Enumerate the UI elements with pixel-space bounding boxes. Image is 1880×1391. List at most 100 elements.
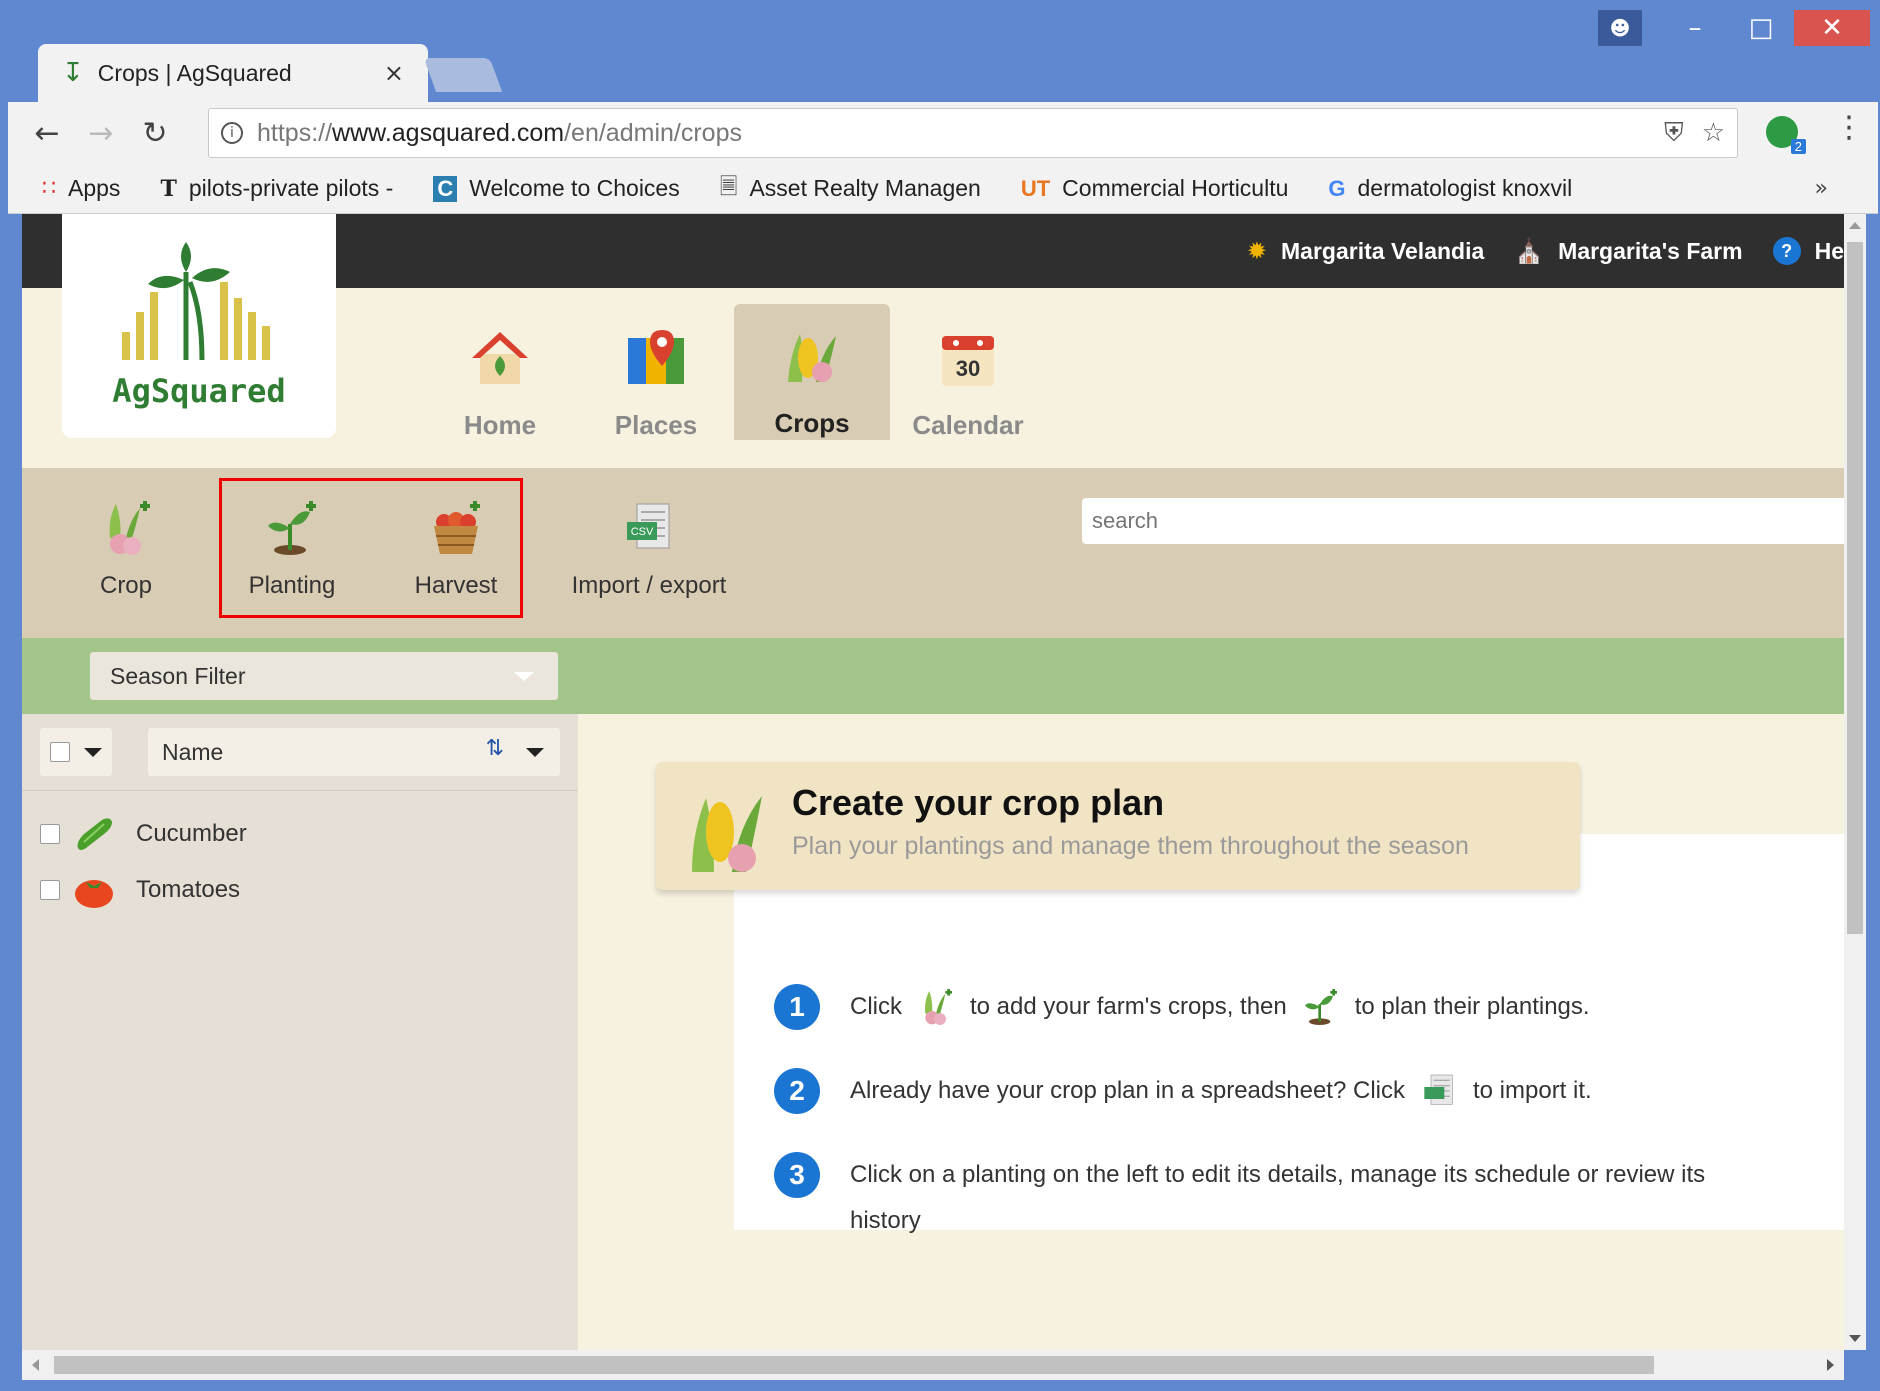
gear-icon: ✹ (1246, 237, 1268, 265)
cucumber-icon (77, 818, 112, 850)
instructions-card: 1 Click to add your farm's crops, then t… (734, 834, 1844, 1234)
bookmark-star-icon[interactable]: ☆ (1702, 118, 1725, 148)
list-header: Name ⇅ (40, 728, 560, 776)
crop-plan-banner: Create your crop plan Plan your planting… (656, 762, 1580, 890)
shield-blocked-icon[interactable]: ⛨ (1664, 118, 1684, 149)
season-filter-dropdown[interactable]: Season Filter (90, 652, 558, 700)
nyt-icon: T (160, 175, 177, 202)
nav-places[interactable]: Places (578, 306, 734, 440)
scroll-left-icon[interactable] (32, 1359, 39, 1371)
home-icon (472, 332, 528, 384)
nav-calendar-label: Calendar (912, 410, 1024, 440)
list-item[interactable]: Tomatoes (40, 868, 240, 912)
add-crop-button[interactable]: Crop (56, 488, 196, 618)
item-checkbox[interactable] (40, 824, 60, 844)
tab-title: Crops | AgSquared (97, 59, 292, 86)
scroll-up-icon[interactable] (1849, 222, 1861, 229)
import-export-button[interactable]: CSV Import / export (554, 488, 744, 618)
chevron-down-icon (84, 748, 102, 757)
calendar-day-number: 30 (956, 356, 980, 381)
banner-subtitle: Plan your plantings and manage them thro… (792, 832, 1469, 860)
select-all-dropdown[interactable] (40, 728, 112, 776)
extension-icon[interactable]: 2 (1766, 116, 1806, 154)
bookmark-dermatologist[interactable]: Gdermatologist knoxvil (1328, 175, 1572, 202)
step-number: 2 (774, 1068, 820, 1114)
forward-arrow-icon[interactable]: → (74, 116, 128, 151)
scrollbar-thumb[interactable] (54, 1356, 1654, 1374)
bookmark-horticulture[interactable]: UT Commercial Horticultu (1021, 175, 1289, 202)
minimize-button[interactable]: – (1662, 10, 1728, 46)
import-export-label: Import / export (571, 572, 727, 599)
new-tab-button[interactable] (423, 58, 503, 92)
profile-icon[interactable]: ☻ (1598, 10, 1642, 46)
select-all-checkbox[interactable] (50, 742, 70, 762)
vertical-scrollbar[interactable] (1844, 214, 1866, 1350)
add-crop-icon (109, 501, 150, 555)
crop-list-panel: Name ⇅ Cucumber Tomatoes (22, 714, 578, 1350)
step-2: 2 Already have your crop plan in a sprea… (774, 1068, 1740, 1114)
add-crop-icon[interactable] (916, 987, 956, 1027)
extension-badge: 2 (1790, 139, 1806, 154)
bookmarks-overflow-icon[interactable]: » (1815, 176, 1828, 201)
page-icon: 🗏 (719, 174, 738, 200)
filter-bar: Season Filter (22, 638, 1844, 714)
nav-places-label: Places (614, 410, 698, 440)
horizontal-scrollbar[interactable] (22, 1350, 1844, 1380)
agsquared-page: ✹ Margarita Velandia ⛪ Margarita's Farm ? H… (22, 214, 1844, 1350)
help-icon: ? (1772, 237, 1801, 265)
choices-icon: C (433, 175, 458, 202)
scrollbar-thumb[interactable] (1847, 242, 1863, 934)
sort-az-icon: ⇅ (485, 736, 504, 761)
bookmark-choices[interactable]: C Welcome to Choices (433, 175, 680, 202)
list-item[interactable]: Cucumber (40, 812, 247, 856)
csv-icon[interactable] (1419, 1071, 1459, 1111)
crops-icon (788, 334, 836, 382)
reload-icon[interactable]: ↻ (128, 116, 182, 151)
add-crop-label: Crop (99, 572, 153, 599)
barn-icon: ⛪ (1514, 237, 1545, 265)
item-checkbox[interactable] (40, 880, 60, 900)
step-number: 3 (774, 1152, 820, 1198)
nav-crops[interactable]: Crops (734, 304, 890, 440)
site-info-icon[interactable]: i (221, 122, 243, 144)
places-map-icon (628, 330, 684, 384)
search-input[interactable] (1082, 498, 1844, 544)
scroll-down-icon[interactable] (1849, 1335, 1861, 1342)
bookmark-pilots[interactable]: Tpilots-private pilots - (160, 175, 393, 202)
maximize-button[interactable]: □ (1728, 10, 1794, 46)
tomato-icon (75, 880, 113, 908)
close-window-button[interactable]: ✕ (1794, 10, 1870, 46)
svg-text:CSV: CSV (631, 526, 654, 538)
bookmark-asset-realty[interactable]: 🗏 Asset Realty Managen (720, 170, 981, 208)
season-filter-label: Season Filter (110, 663, 246, 689)
main-nav: Home Places Crops 30 Calendar (422, 304, 1046, 440)
back-arrow-icon[interactable]: ← (20, 116, 74, 151)
scroll-right-icon[interactable] (1827, 1359, 1834, 1371)
nav-calendar[interactable]: 30 Calendar (890, 306, 1046, 440)
chevron-down-icon (526, 748, 544, 757)
farm-menu[interactable]: ⛪ Margarita's Farm (1514, 237, 1742, 265)
browser-tab[interactable]: ↧ Crops | AgSquared × (38, 44, 428, 102)
step-3: 3 Click on a planting on the left to edi… (774, 1152, 1740, 1244)
user-menu[interactable]: ✹ Margarita Velandia (1247, 237, 1484, 265)
help-menu[interactable]: ? He (1772, 237, 1844, 265)
step-number: 1 (774, 984, 820, 1030)
add-planting-icon[interactable] (1301, 987, 1341, 1027)
browser-toolbar: ← → ↻ i https://www.agsquared.com/en/adm… (8, 102, 1878, 164)
nav-home[interactable]: Home (422, 306, 578, 440)
agsquared-favicon-icon: ↧ (62, 58, 84, 88)
step-1: 1 Click to add your farm's crops, then t… (774, 984, 1740, 1030)
csv-icon: CSV (627, 503, 670, 549)
crop-name: Tomatoes (136, 876, 241, 903)
browser-menu-icon[interactable]: ⋮ (1834, 110, 1864, 145)
bookmark-apps[interactable]: ∷ Apps (42, 175, 120, 202)
crops-subnav: Crop Planting Harvest CSV Import / expor… (22, 468, 1844, 638)
logo-plant-icon (122, 242, 270, 361)
window-controls: ☻ – □ ✕ (1598, 10, 1870, 50)
sort-by-dropdown[interactable]: Name ⇅ (148, 728, 560, 776)
agsquared-logo[interactable]: AgSquared (62, 214, 336, 438)
tab-close-icon[interactable]: × (384, 59, 404, 87)
apps-grid-icon: ∷ (42, 176, 56, 201)
bookmarks-bar: ∷ Apps Tpilots-private pilots - C Welcome … (8, 164, 1878, 214)
address-bar[interactable]: i https://www.agsquared.com/en/admin/cro… (208, 108, 1738, 158)
